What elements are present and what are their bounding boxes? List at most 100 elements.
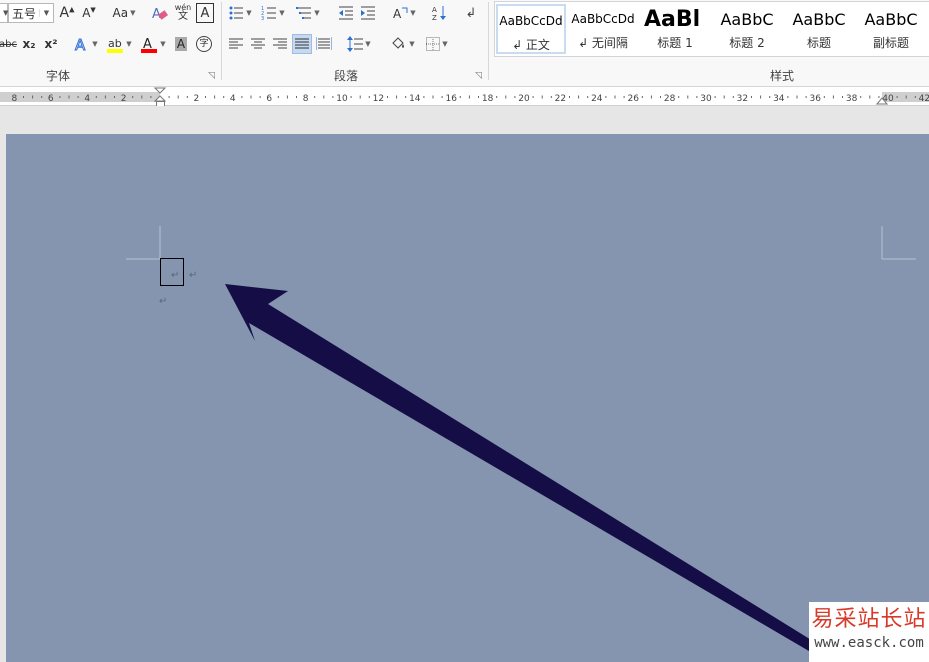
style-title[interactable]: AaBbC 标题	[784, 4, 854, 54]
shrink-font-button[interactable]: A▼	[80, 3, 98, 23]
align-left-icon	[229, 38, 243, 49]
ruler-number: 14	[409, 94, 421, 102]
style-heading-2[interactable]: AaBbC 标题 2	[712, 4, 782, 54]
enclose-characters-button[interactable]: 字	[194, 34, 214, 54]
subscript-button[interactable]: x₂	[20, 34, 38, 54]
chevron-down-icon: ▼	[92, 40, 98, 48]
svg-text:Z: Z	[432, 14, 437, 22]
svg-text:ab: ab	[108, 37, 122, 50]
font-name-combo-edge[interactable]: ▼	[0, 3, 8, 23]
borders-icon	[426, 37, 441, 51]
strikethrough-button[interactable]: abc	[0, 34, 17, 54]
chinese-layout-button[interactable]: A ▼	[390, 3, 418, 23]
character-border-button[interactable]: A	[196, 3, 214, 23]
style-normal[interactable]: AaBbCcDd ↲ 正文	[496, 4, 566, 54]
chevron-down-icon: ▼	[365, 40, 371, 48]
paragraph-group-label: 段落	[334, 69, 359, 83]
svg-text:3: 3	[261, 16, 264, 21]
chevron-down-icon: ▼	[314, 9, 320, 17]
align-center-icon	[251, 38, 265, 49]
show-paragraph-marks-button[interactable]: ↲	[462, 3, 480, 23]
ruler-number: 22	[555, 94, 566, 102]
multilevel-list-button[interactable]: ▼	[292, 3, 324, 23]
ruler-number: 4	[84, 94, 90, 102]
style-heading-1[interactable]: AaBl 标题 1	[640, 4, 710, 54]
chevron-down-icon: ▼	[246, 9, 252, 17]
bullets-button[interactable]: ▼	[226, 3, 254, 23]
chevron-down-icon: ▼	[130, 9, 136, 17]
style-preview: AaBbC	[792, 9, 846, 29]
font-group-label: 字体	[46, 69, 71, 83]
chevron-down-icon: ▼	[39, 9, 53, 17]
document-page[interactable]: ↵ ↵ ↵	[6, 134, 929, 662]
multilevel-list-icon	[296, 7, 312, 19]
superscript-button[interactable]: x²	[42, 34, 60, 54]
style-subtitle[interactable]: AaBbC 副标题	[856, 4, 926, 54]
eraser-icon: A	[152, 7, 168, 22]
ruler-number: 26	[627, 94, 639, 102]
ruler-number: 2	[121, 94, 127, 102]
numbering-button[interactable]: 1 2 3 ▼	[258, 3, 288, 23]
ruler-ticks: 8 6 4 2 2 4 6 8 10 12 14 16 18 20 22 24 26 28 30 32 34 36 38 40…	[12, 94, 929, 102]
font-size-value: 五号	[12, 6, 37, 21]
align-center-button[interactable]	[248, 34, 268, 54]
text-effects-button[interactable]: A ▼	[70, 34, 102, 54]
font-color-button[interactable]: A ▼	[138, 34, 168, 54]
character-shading-icon: A	[174, 37, 188, 51]
phonetic-guide-button[interactable]: wén 文	[172, 2, 194, 22]
superscript-label: x²	[44, 37, 58, 51]
svg-text:A: A	[432, 6, 437, 14]
paint-bucket-icon	[392, 37, 405, 49]
justify-button[interactable]	[292, 34, 312, 54]
decrease-indent-button[interactable]	[336, 3, 356, 23]
style-preview: AaBbCcDd	[571, 12, 635, 26]
font-color-icon: A	[141, 37, 158, 53]
numbered-list-icon: 123	[261, 6, 277, 21]
style-name: 标题	[806, 36, 831, 50]
clear-formatting-button[interactable]: A	[148, 3, 170, 23]
shading-button[interactable]: ▼	[386, 34, 418, 54]
svg-text:A: A	[393, 7, 402, 21]
distributed-icon	[316, 37, 332, 50]
phonetic-char-icon: 文	[178, 11, 188, 22]
style-preview: AaBbC	[720, 9, 774, 29]
ruler-number: 4	[230, 94, 236, 102]
paragraph-dialog-launcher-icon[interactable]: ◹	[475, 72, 484, 81]
align-right-button[interactable]	[270, 34, 290, 54]
group-divider	[488, 2, 489, 80]
ruler-number: 34	[773, 94, 785, 102]
line-spacing-button[interactable]: ▼	[344, 34, 374, 54]
font-size-combo[interactable]: 五号 ▼	[8, 3, 54, 23]
font-dialog-launcher-icon[interactable]: ◹	[208, 72, 217, 81]
align-left-button[interactable]	[226, 34, 246, 54]
chinese-layout-icon: A	[393, 7, 408, 21]
ruler-number: 16	[445, 94, 457, 102]
ruler-number: 42	[919, 94, 929, 102]
horizontal-ruler[interactable]: 8 6 4 2 2 4 6 8 10 12 14 16 18 20 22 24 26 28 30 32 34 36 38 40…	[0, 87, 929, 108]
style-name: ↲ 无间隔	[578, 36, 628, 50]
group-divider	[221, 2, 222, 80]
watermark-url: www.easck.com	[814, 635, 924, 651]
styles-gallery: AaBbCcDd ↲ 正文 AaBbCcDd ↲ 无间隔 AaBl 标题 1 A…	[494, 1, 929, 57]
grow-font-button[interactable]: A▲	[58, 3, 76, 23]
chevron-down-icon: ▼	[410, 9, 416, 17]
distributed-button[interactable]	[314, 34, 334, 54]
ruler-number: 6	[48, 94, 54, 102]
chevron-down-icon: ▼	[160, 40, 166, 48]
grow-font-icon: A▲	[59, 5, 75, 21]
right-indent-marker-icon[interactable]	[876, 95, 888, 105]
highlight-color-button[interactable]: ab ▼	[104, 34, 134, 54]
change-case-label: Aa	[112, 6, 129, 20]
character-shading-button[interactable]: A	[172, 34, 190, 54]
borders-button[interactable]: ▼	[420, 34, 454, 54]
strikethrough-label: abc	[0, 38, 17, 50]
style-no-spacing[interactable]: AaBbCcDd ↲ 无间隔	[568, 4, 638, 54]
ruler-number: 32	[737, 94, 748, 102]
change-case-button[interactable]: Aa ▼	[108, 3, 140, 23]
increase-indent-button[interactable]	[358, 3, 378, 23]
ruler-number: 2	[194, 94, 200, 102]
style-name: 标题 1	[657, 36, 693, 50]
ruler-number: 20	[518, 94, 530, 102]
ruler-number: 28	[664, 94, 676, 102]
sort-button[interactable]: AZ	[430, 3, 450, 23]
